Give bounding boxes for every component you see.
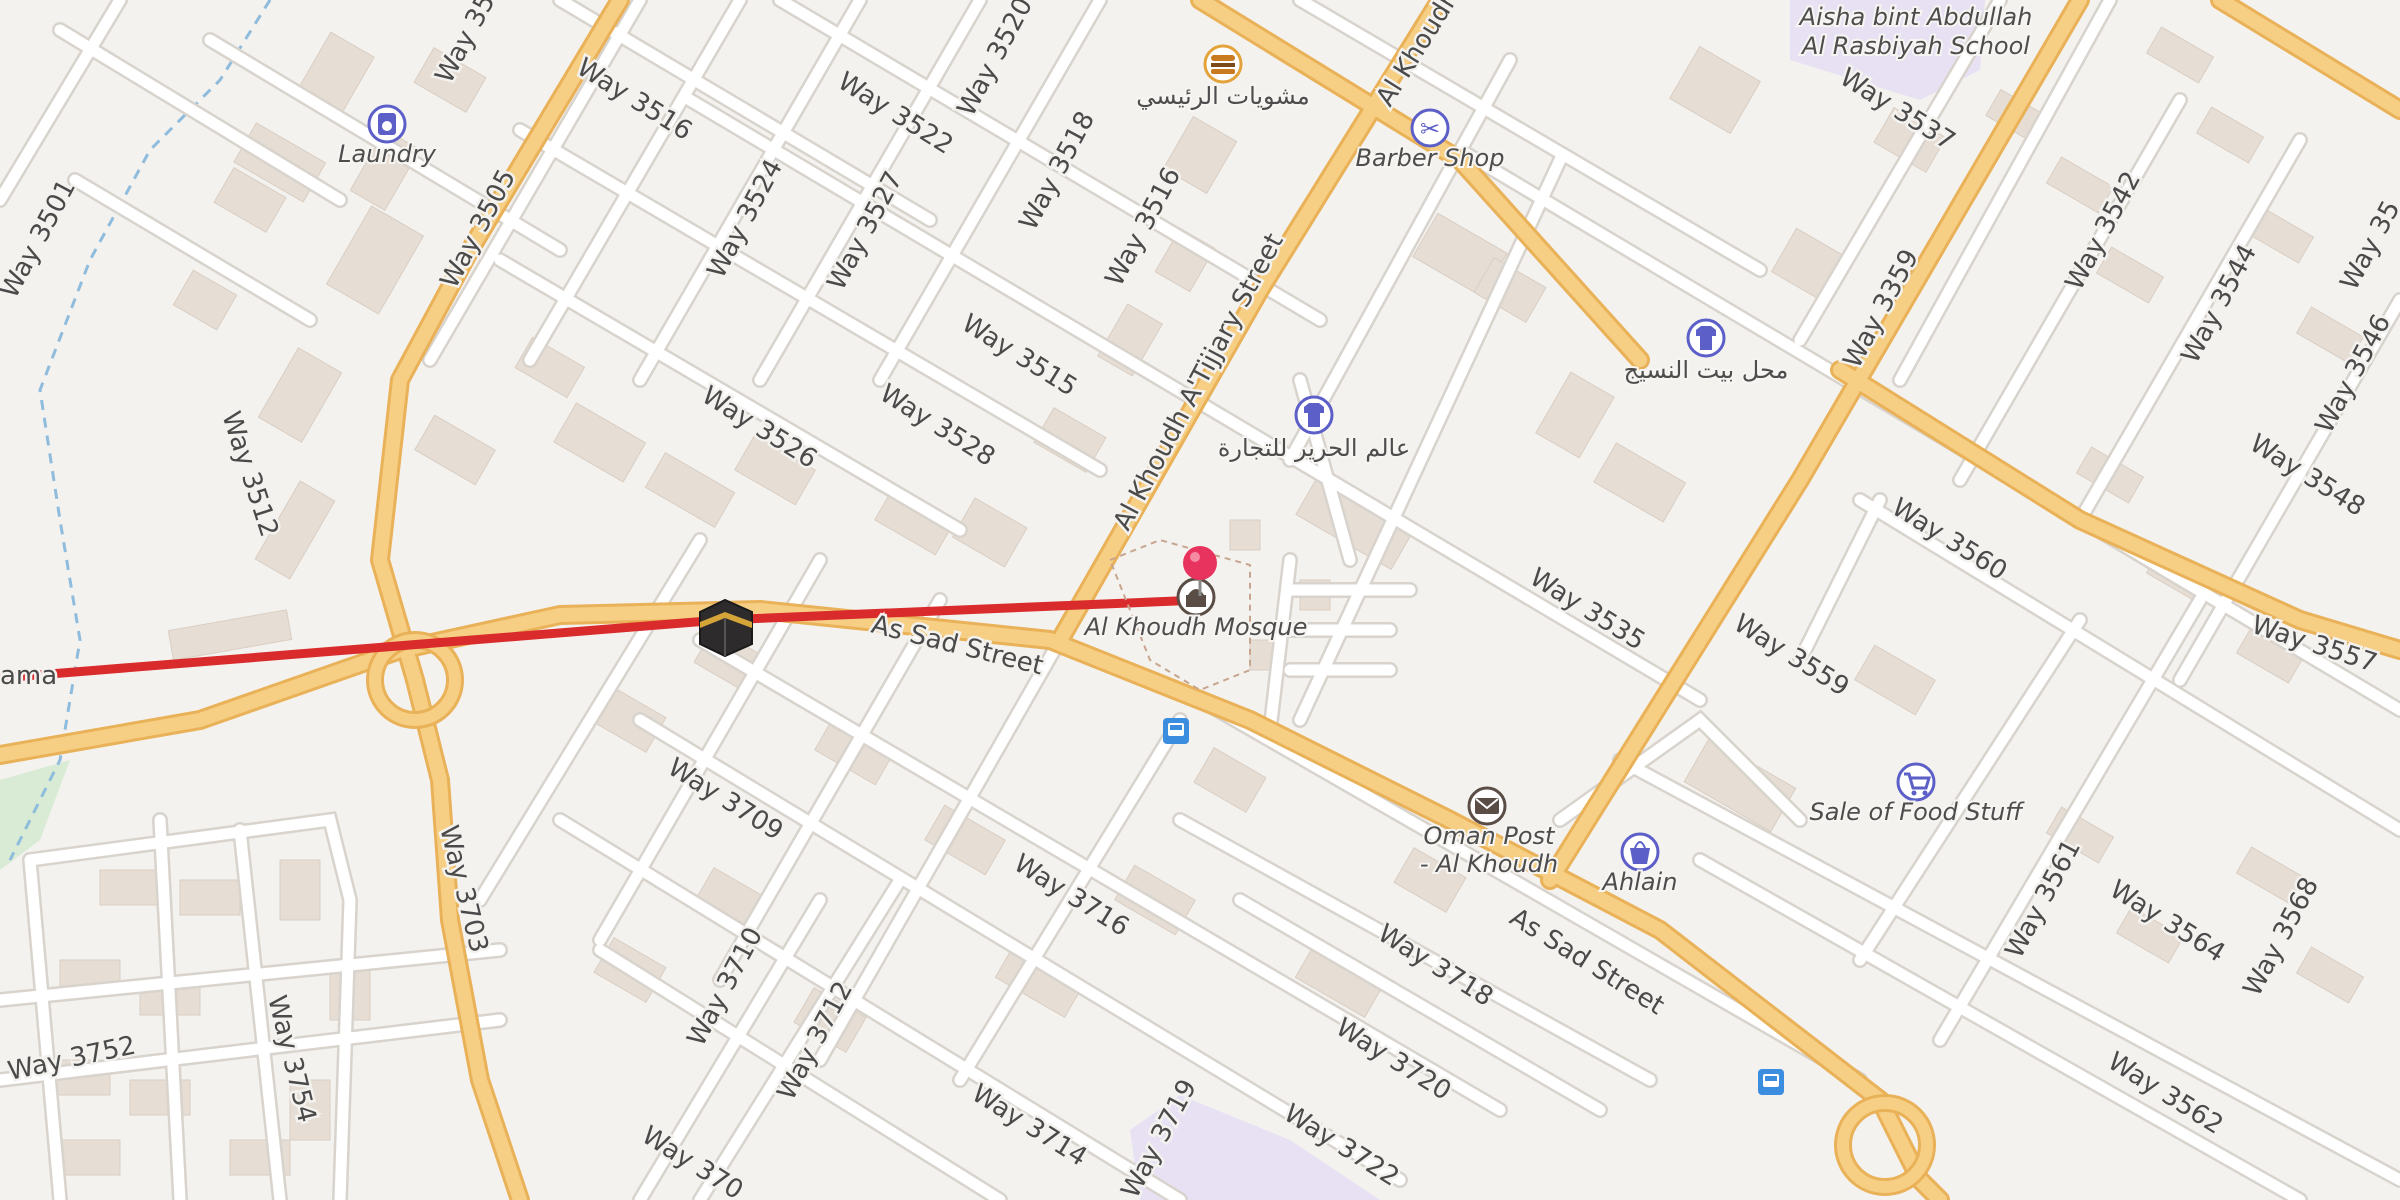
scissors-icon-glyph: ✂ — [1420, 115, 1440, 143]
bus-stop[interactable] — [1758, 1069, 1784, 1095]
poi-label: Barber Shop — [1356, 144, 1505, 172]
location-pin-icon — [1183, 546, 1217, 580]
poi-label: Al Rasbiyah School — [1800, 32, 2030, 60]
laundry-icon-door — [382, 121, 392, 131]
bus-stop-icon-window — [1765, 1076, 1777, 1081]
burger-icon-glyph — [1211, 63, 1235, 67]
poi-label: Laundry — [338, 140, 437, 168]
street-label: ama — [0, 661, 57, 691]
map-canvas[interactable]: Way 3501 Way 3512 Way 3516 Way 3505 Way … — [0, 0, 2400, 1200]
cart-icon-wheel — [1922, 790, 1928, 796]
poi-label: Ahlain — [1601, 868, 1678, 896]
location-pin-highlight — [1190, 552, 1200, 562]
poi-label: - Al Khoudh — [1420, 850, 1558, 878]
cart-icon-wheel — [1911, 790, 1917, 796]
poi-label: محل بيت النسيج — [1624, 356, 1789, 384]
poi-label: Aisha bint Abdullah — [1798, 3, 2033, 31]
poi-kaaba[interactable] — [699, 598, 753, 658]
poi-label: عالم الحرير للتجارة — [1218, 434, 1410, 462]
burger-icon-glyph — [1211, 69, 1235, 74]
poi-school[interactable]: Aisha bint Abdullah Al Rasbiyah School — [1796, 1, 2035, 62]
bus-stop-icon-window — [1170, 725, 1182, 730]
poi-label: Oman Post — [1424, 822, 1556, 850]
mosque-icon-glyph — [1186, 595, 1206, 607]
poi-label: Al Khoudh Mosque — [1083, 613, 1308, 641]
burger-icon-glyph — [1211, 55, 1235, 61]
poi-label: مشويات الرئيسي — [1136, 82, 1309, 110]
poi-label: Sale of Food Stuff — [1810, 798, 2026, 826]
shopping-bag-icon-glyph — [1630, 848, 1650, 864]
bus-stop[interactable] — [1163, 718, 1189, 744]
